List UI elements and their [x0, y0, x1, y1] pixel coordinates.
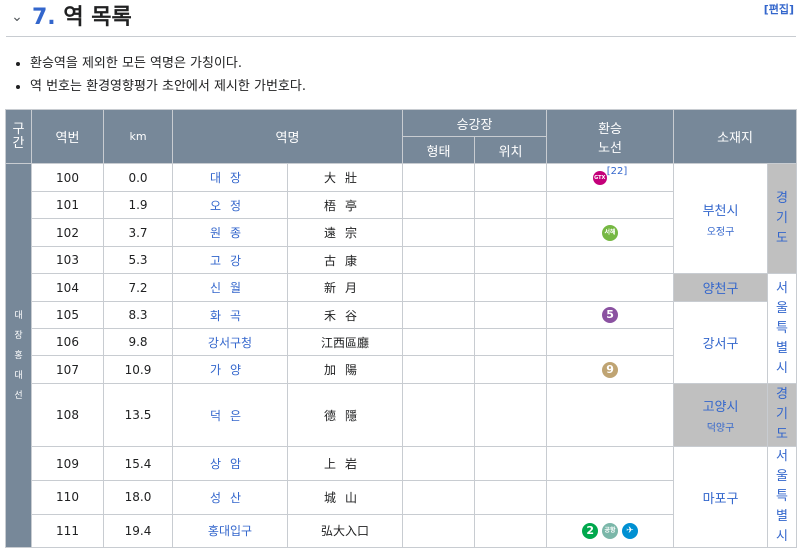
table-row: 109 15.4 상암 上岩 마포구 서울특별시 [6, 445, 798, 548]
transfer-cell: 서해 [546, 218, 675, 247]
seohae-line-icon[interactable]: 서해 [602, 224, 619, 241]
location-bucheon: 부천시 오정구 [673, 163, 769, 274]
location-seoul: 서울특별시 [767, 446, 798, 548]
station-link[interactable]: 화곡 [210, 309, 250, 323]
station-number: 100 [31, 163, 104, 192]
station-link[interactable]: 성산 [210, 491, 250, 505]
table-row: 105 8.3 화곡 禾谷 5 강서구 [6, 301, 797, 384]
platform-type-cell [402, 163, 476, 192]
station-link[interactable]: 고강 [210, 254, 250, 268]
location-gyeonggi: 경기도 [767, 163, 798, 274]
section-number: 7. [32, 5, 56, 30]
section-title: 7. 역 목록 [32, 2, 132, 34]
header-platform-pos: 위치 [474, 136, 548, 164]
header-platform-type: 형태 [402, 136, 476, 164]
station-link[interactable]: 신월 [210, 281, 250, 295]
transfer-cell: 9 [546, 355, 675, 384]
header-section: 구 간 [5, 109, 32, 164]
location-seoul: 서울특별시 [767, 273, 798, 384]
header-transfer: 환승 노선 [546, 109, 675, 164]
station-hanja: 大壯 [286, 163, 404, 192]
airport-railroad-icon[interactable]: 공항 [602, 522, 619, 539]
station-link[interactable]: 홍대입구 [208, 524, 252, 538]
station-link[interactable]: 오정 [210, 199, 250, 213]
notes-list: 환승역을 제외한 모든 역명은 가칭이다. 역 번호는 환경영향평가 초안에서 … [14, 52, 306, 98]
header-km: km [103, 109, 173, 164]
table-row: 104 7.2 신월 新月 양천구 서울특별시 [6, 273, 798, 384]
location-goyang: 고양시 덕양구 [673, 383, 769, 447]
platform-pos-cell [474, 163, 548, 192]
table-row: 108 13.5 덕은 德隱 고양시 덕양구 경기도 [6, 383, 798, 447]
transfer-cell: GTX[22] [546, 163, 675, 192]
airport-express-icon[interactable]: ✈ [621, 522, 638, 539]
gtx-b-line-icon[interactable]: GTX [592, 170, 607, 185]
line-2-icon[interactable]: 2 [582, 522, 599, 539]
transfer-cell: 2 공항 ✈ [546, 513, 675, 549]
station-link[interactable]: 상암 [210, 457, 250, 471]
reference-link[interactable]: [22] [607, 166, 628, 177]
station-table: 구 간 역번 km 역명 승강장 환승 노선 소재지 형태 위치 대 장 홍 대… [5, 109, 798, 549]
section-title-text: 역 목록 [63, 5, 132, 30]
header-location: 소재지 [673, 109, 798, 164]
station-link[interactable]: 강서구청 [208, 336, 252, 350]
list-item: 환승역을 제외한 모든 역명은 가칭이다. [30, 52, 306, 75]
table-row: 대 장 홍 대 선 100 0.0 대장 大壯 GTX[22] 부천시 오정구 … [5, 163, 798, 548]
header-number: 역번 [31, 109, 104, 164]
station-link[interactable]: 덕은 [210, 409, 250, 423]
section-header: ⌄ 7. 역 목록 [편집] [0, 0, 800, 38]
edit-link[interactable]: [편집] [764, 1, 794, 17]
line-9-icon[interactable]: 9 [602, 361, 619, 378]
chevron-down-icon[interactable]: ⌄ [8, 8, 26, 26]
station-link[interactable]: 가양 [210, 363, 250, 377]
header-name: 역명 [171, 109, 404, 164]
station-km: 0.0 [103, 163, 173, 192]
location-gyeonggi: 경기도 [767, 383, 798, 447]
station-name: 대장 [172, 163, 288, 192]
section-name-cell: 대 장 홍 대 선 [5, 163, 32, 548]
list-item: 역 번호는 환경영향평가 초안에서 제시한 가번호다. [30, 75, 306, 98]
location-yangcheon: 양천구 [673, 273, 769, 302]
station-link[interactable]: 대장 [210, 171, 250, 185]
header-platform: 승강장 [402, 109, 548, 137]
station-link[interactable]: 원종 [210, 226, 250, 240]
location-mapo: 마포구 [673, 446, 769, 548]
line-5-icon[interactable]: 5 [602, 307, 619, 323]
transfer-cell: 5 [546, 301, 675, 329]
location-gangseo: 강서구 [673, 301, 769, 384]
divider [6, 36, 796, 37]
